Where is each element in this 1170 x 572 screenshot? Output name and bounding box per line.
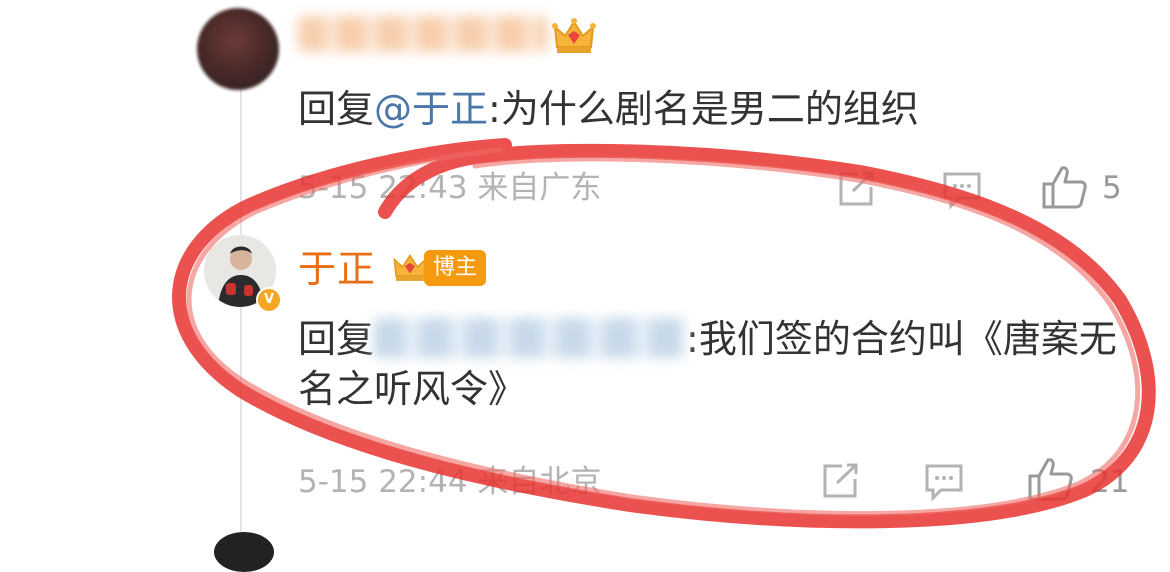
next-comment-avatar[interactable] [214, 532, 274, 572]
thumbs-up-icon[interactable] [1026, 456, 1074, 502]
location: 来自广东 [477, 170, 602, 206]
timestamp: 5-15 22:44 [298, 464, 468, 500]
comment-text: 回复:我们签的合约叫《唐案无名之听风令》 [298, 314, 1118, 414]
timestamp: 5-15 22:43 [298, 170, 468, 206]
location: 来自北京 [477, 464, 602, 500]
like-count: 5 [1102, 170, 1122, 206]
crown-icon [393, 254, 427, 281]
mention-blurred[interactable] [374, 318, 687, 358]
comment-meta: 5-15 22:44 来自北京 [298, 462, 601, 502]
thumbs-up-icon[interactable] [1040, 164, 1088, 210]
share-icon[interactable] [836, 170, 876, 208]
crown-icon [552, 18, 596, 53]
share-icon[interactable] [820, 462, 860, 500]
reply-prefix: 回复 [298, 317, 375, 361]
commenter-name-blurred[interactable] [298, 16, 548, 52]
reply-prefix: 回复 [298, 87, 375, 131]
comment-icon[interactable] [942, 170, 982, 210]
comment-meta: 5-15 22:43 来自广东 [298, 168, 601, 208]
verified-v-icon: V [256, 287, 282, 313]
mention-link[interactable]: @于正 [374, 87, 488, 131]
avatar-commenter[interactable] [197, 8, 279, 90]
annotation-circle [172, 138, 1156, 529]
comment-text: 回复@于正:为什么剧名是男二的组织 [298, 84, 919, 134]
comment-body: :为什么剧名是男二的组织 [488, 87, 919, 131]
author-name[interactable]: 于正 [298, 245, 376, 293]
like-count: 21 [1090, 464, 1130, 500]
comment-icon[interactable] [924, 462, 964, 502]
blogger-badge: 博主 [424, 250, 486, 286]
